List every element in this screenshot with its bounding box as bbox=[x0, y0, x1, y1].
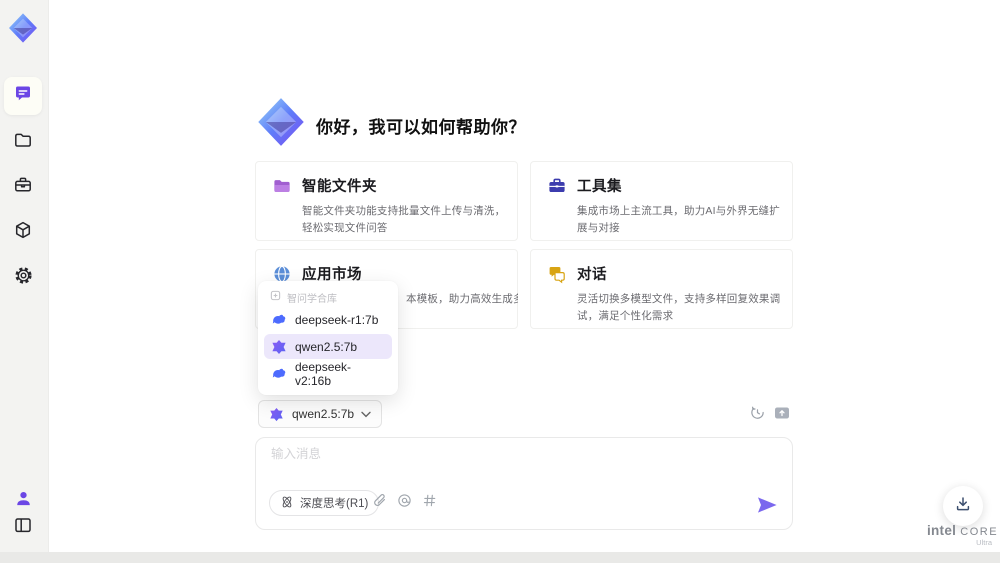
folder-icon bbox=[13, 130, 33, 155]
composer-top-actions bbox=[750, 405, 790, 425]
card-title: 对话 bbox=[577, 267, 607, 283]
intel-sub-label: Ultra bbox=[976, 537, 992, 547]
chat-icon bbox=[13, 84, 33, 109]
model-selector-button[interactable]: qwen2.5:7b bbox=[258, 400, 383, 428]
model-option-deepseek-r1[interactable]: deepseek-r1:7b bbox=[264, 307, 392, 332]
model-option-qwen[interactable]: qwen2.5:7b bbox=[264, 334, 392, 359]
briefcase-icon bbox=[13, 175, 33, 200]
card-title: 工具集 bbox=[577, 179, 622, 195]
hero-logo-icon bbox=[255, 96, 307, 148]
composer-tools bbox=[372, 493, 437, 513]
qwen-icon bbox=[271, 339, 287, 355]
send-icon[interactable] bbox=[756, 495, 778, 515]
app-window: 你好，我可以如何帮助你？ 智能文件夹 智能文件夹功能支持批量文件上传与清洗，轻松… bbox=[0, 0, 1000, 563]
chat-gold-icon bbox=[547, 264, 567, 284]
sidebar bbox=[0, 0, 49, 563]
dropdown-header-label: 智问学合库 bbox=[287, 293, 337, 305]
model-option-label: deepseek-v2:16b bbox=[295, 359, 352, 388]
sidebar-item-settings[interactable] bbox=[4, 259, 42, 297]
message-composer: 深度思考(R1) bbox=[255, 437, 793, 530]
atom-icon bbox=[280, 495, 294, 512]
sidebar-item-tools[interactable] bbox=[4, 168, 42, 206]
deep-think-label: 深度思考(R1) bbox=[300, 498, 369, 510]
gear-icon bbox=[13, 265, 34, 291]
sidebar-item-collapse[interactable] bbox=[4, 508, 42, 546]
download-button[interactable] bbox=[943, 486, 983, 526]
selected-model-label: qwen2.5:7b bbox=[292, 407, 355, 421]
sidebar-item-folders[interactable] bbox=[4, 123, 42, 161]
intel-core-badge: intel CORE Ultra bbox=[925, 523, 1000, 547]
bottom-taskbar-strip bbox=[0, 552, 1000, 563]
card-description: 灵活切换多模型文件，支持多样回复效果调试，满足个性化需求 bbox=[577, 293, 781, 322]
model-option-label: qwen2.5:7b bbox=[295, 339, 358, 354]
deep-think-toggle[interactable]: 深度思考(R1) bbox=[269, 490, 380, 516]
intel-brand-label: intel bbox=[926, 523, 957, 538]
attachment-icon[interactable] bbox=[372, 493, 387, 513]
at-icon[interactable] bbox=[397, 493, 412, 513]
mini-window-icon[interactable] bbox=[774, 406, 790, 425]
intel-product-label: CORE bbox=[960, 526, 999, 538]
card-title: 智能文件夹 bbox=[302, 179, 377, 195]
sidebar-item-chat[interactable] bbox=[4, 77, 42, 115]
model-dropdown: 智问学合库 deepseek-r1:7b qwen2.5:7b deepseek… bbox=[258, 281, 398, 395]
deepseek-icon bbox=[271, 312, 287, 328]
card-description: 集成市场上主流工具，助力AI与外界无缝扩展与对接 bbox=[577, 205, 780, 234]
card-smart-folder[interactable]: 智能文件夹 智能文件夹功能支持批量文件上传与清洗，轻松实现文件问答 bbox=[255, 161, 518, 241]
chevron-down-icon bbox=[361, 405, 371, 423]
history-icon[interactable] bbox=[750, 405, 765, 425]
kb-icon bbox=[270, 290, 281, 304]
app-logo-icon bbox=[7, 12, 39, 44]
briefcase-blue-icon bbox=[547, 176, 567, 196]
qwen-icon bbox=[269, 407, 285, 422]
greeting-title: 你好，我可以如何帮助你？ bbox=[316, 118, 526, 137]
panel-layout-icon bbox=[13, 515, 33, 540]
dropdown-header: 智问学合库 bbox=[264, 289, 392, 305]
card-description: 智能文件夹功能支持批量文件上传与清洗，轻松实现文件问答 bbox=[302, 205, 506, 234]
sidebar-item-apps[interactable] bbox=[4, 213, 42, 251]
cube-icon bbox=[13, 220, 33, 245]
card-conversation[interactable]: 对话 灵活切换多模型文件，支持多样回复效果调试，满足个性化需求 bbox=[530, 249, 793, 329]
model-option-deepseek-v2[interactable]: deepseek-v2:16b bbox=[264, 359, 392, 388]
model-option-label: deepseek-r1:7b bbox=[295, 312, 379, 327]
card-toolset[interactable]: 工具集 集成市场上主流工具，助力AI与外界无缝扩展与对接 bbox=[530, 161, 793, 241]
download-icon bbox=[954, 495, 972, 518]
grid-icon[interactable] bbox=[422, 493, 437, 513]
message-input[interactable] bbox=[269, 446, 753, 462]
folder-purple-icon bbox=[272, 176, 292, 196]
deepseek-icon bbox=[271, 366, 287, 382]
